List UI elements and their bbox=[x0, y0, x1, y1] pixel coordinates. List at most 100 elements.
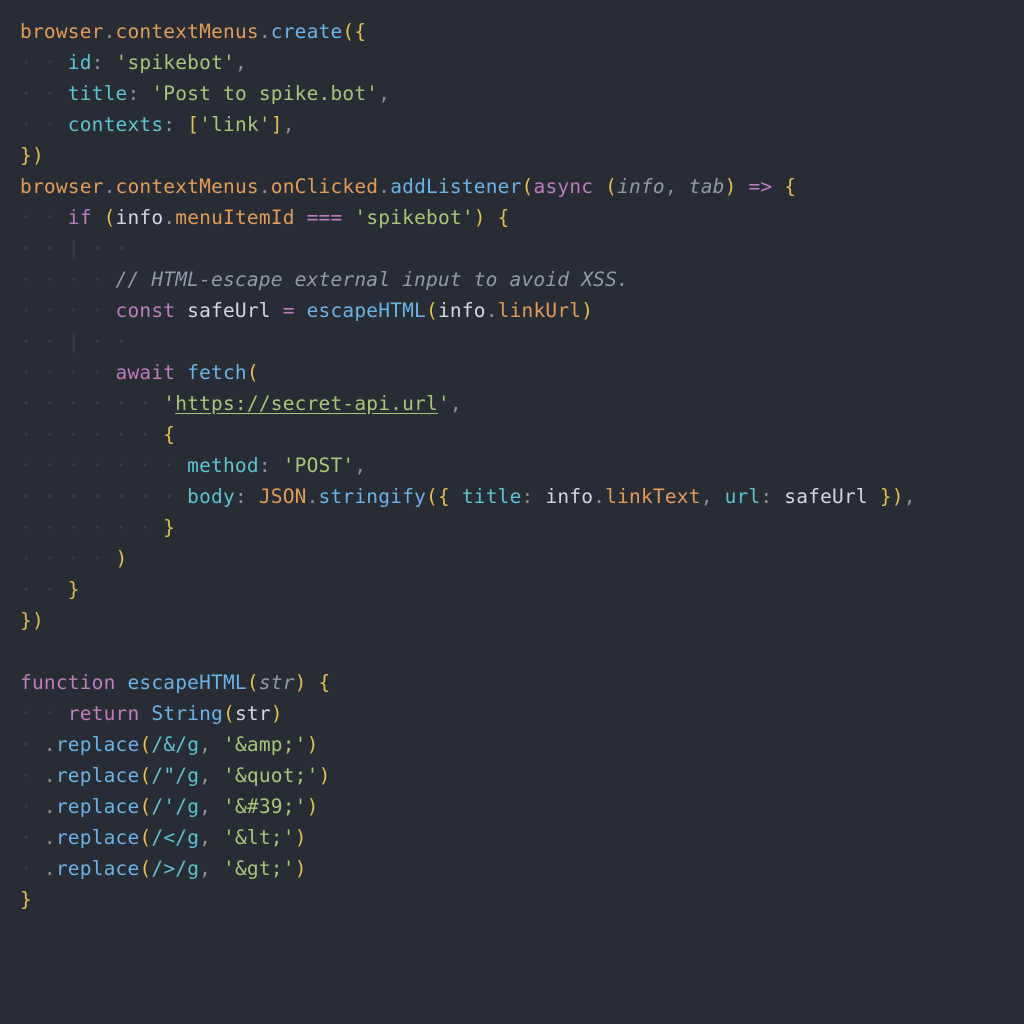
code-token: : bbox=[163, 113, 187, 136]
code-line: · · · · · · · method: 'POST', bbox=[20, 454, 366, 477]
code-token: ( bbox=[139, 795, 151, 818]
code-token: url bbox=[725, 485, 761, 508]
code-token: method bbox=[187, 454, 259, 477]
code-token: . bbox=[44, 826, 56, 849]
code-token: replace bbox=[56, 857, 140, 880]
code-token: title bbox=[462, 485, 522, 508]
code-token: . bbox=[163, 206, 175, 229]
code-line: · · · · · · 'https://secret-api.url', bbox=[20, 392, 462, 415]
code-token: https://secret-api.url bbox=[175, 392, 438, 415]
code-line: · · } bbox=[20, 578, 80, 601]
code-token: ) bbox=[581, 299, 593, 322]
code-token: /'/g bbox=[151, 795, 199, 818]
code-token: info bbox=[545, 485, 593, 508]
code-token: /"/g bbox=[151, 764, 199, 787]
code-line: }) bbox=[20, 144, 44, 167]
code-line: · · · · await fetch( bbox=[20, 361, 259, 384]
code-token: . bbox=[259, 20, 271, 43]
code-token: contextMenus bbox=[116, 175, 259, 198]
code-token: body bbox=[187, 485, 235, 508]
code-token: => bbox=[737, 175, 785, 198]
code-token: ' bbox=[438, 392, 450, 415]
code-token: safeUrl bbox=[784, 485, 868, 508]
code-line: · · · · · · { bbox=[20, 423, 175, 446]
code-token: async bbox=[534, 175, 606, 198]
code-token: · bbox=[20, 795, 44, 818]
code-token: title bbox=[68, 82, 128, 105]
code-token: const bbox=[116, 299, 188, 322]
code-line: · · · · ) bbox=[20, 547, 127, 570]
code-line: · · id: 'spikebot', bbox=[20, 51, 247, 74]
code-token: ) { bbox=[474, 206, 510, 229]
code-token: }) bbox=[20, 609, 44, 632]
code-line: · · | · · bbox=[20, 237, 139, 260]
code-token: /</g bbox=[151, 826, 199, 849]
code-token: . bbox=[104, 175, 116, 198]
code-token: if bbox=[68, 206, 104, 229]
code-token: · · | · · bbox=[20, 237, 139, 260]
code-token: , bbox=[235, 51, 247, 74]
code-token: safeUrl bbox=[187, 299, 271, 322]
code-token: ( bbox=[139, 857, 151, 880]
code-token: linkUrl bbox=[498, 299, 582, 322]
code-token: · · bbox=[20, 82, 68, 105]
code-token: id bbox=[68, 51, 92, 74]
code-token: , bbox=[199, 733, 223, 756]
code-token: · · · · bbox=[20, 299, 116, 322]
code-token: info bbox=[617, 175, 665, 198]
code-token: , bbox=[665, 175, 689, 198]
code-line: · .replace(/</g, '&lt;') bbox=[20, 826, 307, 849]
code-token: : bbox=[127, 82, 151, 105]
code-token: browser bbox=[20, 20, 104, 43]
code-token: · · · · · · bbox=[20, 423, 163, 446]
code-token: 'link' bbox=[199, 113, 271, 136]
code-token: · · bbox=[20, 702, 68, 725]
code-token: browser bbox=[20, 175, 104, 198]
code-line: · · return String(str) bbox=[20, 702, 283, 725]
code-token: . bbox=[44, 795, 56, 818]
code-token: info bbox=[438, 299, 486, 322]
code-token: return bbox=[68, 702, 152, 725]
code-token: ' bbox=[163, 392, 175, 415]
code-token: · · | · · bbox=[20, 330, 139, 353]
code-token: ) bbox=[116, 547, 128, 570]
code-token: replace bbox=[56, 826, 140, 849]
code-token: ( bbox=[247, 671, 259, 694]
code-token: , bbox=[701, 485, 725, 508]
code-token: ) bbox=[271, 702, 283, 725]
code-token: · · bbox=[20, 51, 68, 74]
code-token: '&#39;' bbox=[223, 795, 307, 818]
code-token: 'Post to spike.bot' bbox=[151, 82, 378, 105]
code-line bbox=[20, 640, 32, 663]
code-line: browser.contextMenus.create({ bbox=[20, 20, 366, 43]
code-token: contexts bbox=[68, 113, 164, 136]
code-line: · .replace(/"/g, '&quot;') bbox=[20, 764, 331, 787]
code-token: === bbox=[295, 206, 355, 229]
code-token: replace bbox=[56, 764, 140, 787]
code-token: } bbox=[163, 516, 175, 539]
code-token: ( bbox=[104, 206, 116, 229]
code-token: onClicked bbox=[271, 175, 378, 198]
code-line: · .replace(/'/g, '&#39;') bbox=[20, 795, 319, 818]
code-token: . bbox=[259, 175, 271, 198]
code-token: '&gt;' bbox=[223, 857, 295, 880]
code-token: · · · · bbox=[20, 361, 116, 384]
code-token: . bbox=[593, 485, 605, 508]
code-token: ({ bbox=[426, 485, 462, 508]
code-token: JSON bbox=[259, 485, 307, 508]
code-token: stringify bbox=[319, 485, 426, 508]
code-line: · · · · const safeUrl = escapeHTML(info.… bbox=[20, 299, 593, 322]
code-token: escapeHTML bbox=[307, 299, 426, 322]
code-token: contextMenus bbox=[116, 20, 259, 43]
code-token: ({ bbox=[342, 20, 366, 43]
code-token: [ bbox=[187, 113, 199, 136]
code-token: ( bbox=[139, 764, 151, 787]
code-token: { bbox=[784, 175, 796, 198]
code-line: · · · · · · } bbox=[20, 516, 175, 539]
code-token: , bbox=[904, 485, 916, 508]
code-line: · .replace(/&/g, '&amp;') bbox=[20, 733, 319, 756]
code-token: 'POST' bbox=[283, 454, 355, 477]
code-token: · · · · bbox=[20, 547, 116, 570]
code-token: str bbox=[259, 671, 295, 694]
code-token: : bbox=[259, 454, 283, 477]
